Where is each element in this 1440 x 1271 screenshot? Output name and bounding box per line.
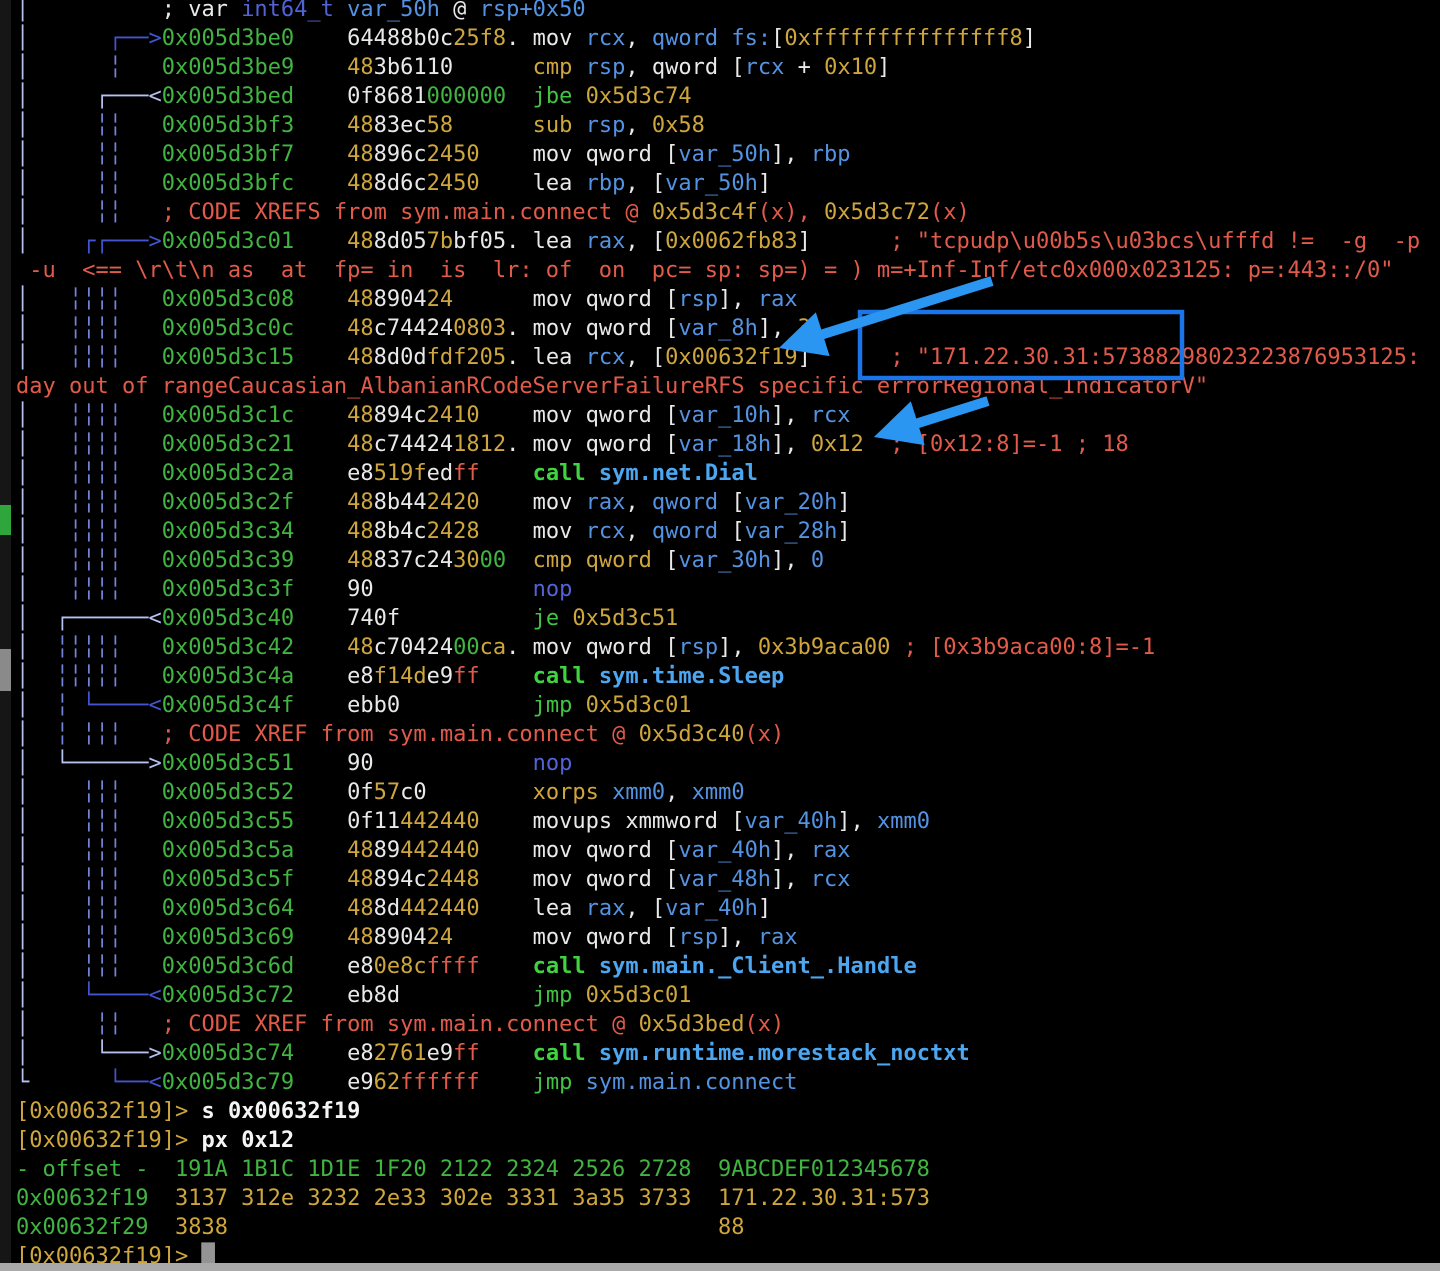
disasm-line-0x005d3c01: │ ┌┌───>0x005d3c01 488d057bbf05. lea rax… <box>16 227 1420 256</box>
disasm-line-0x005d3bfc: │ ╎╎ 0x005d3bfc 488d6c2450 lea rbp, [var… <box>16 169 1420 198</box>
disasm-line-0x005d3c34: │ ╎╎╎╎ 0x005d3c34 488b4c2428 mov rcx, qw… <box>16 517 1420 546</box>
disasm-line-0x005d3c39: │ ╎╎╎╎ 0x005d3c39 48837c243000 cmp qword… <box>16 546 1420 575</box>
console-command-line: [0x00632f19]> px 0x12 <box>16 1126 1420 1155</box>
disasm-line-0x005d3c1c: │ ╎╎╎╎ 0x005d3c1c 48894c2410 mov qword [… <box>16 401 1420 430</box>
disasm-line-0x005d3be9: │ ╎ 0x005d3be9 483b6110 cmp rsp, qword [… <box>16 53 1420 82</box>
string-comment-wrap-line: -u <== \r\t\n as at fp= in is lr: of on … <box>16 256 1420 285</box>
disasm-line-0x005d3c51: │ └──────>0x005d3c51 90 nop <box>16 749 1420 778</box>
xref-comment-line: │ ╎ ╎╎╎ ; CODE XREF from sym.main.connec… <box>16 720 1420 749</box>
string-comment-wrap-line: day out of rangeCaucasian_AlbanianRCodeS… <box>16 372 1420 401</box>
disasm-line-0x005d3c2a: │ ╎╎╎╎ 0x005d3c2a e8519fedff call sym.ne… <box>16 459 1420 488</box>
disasm-line-0x005d3c69: │ ╎╎╎ 0x005d3c69 48890424 mov qword [rsp… <box>16 923 1420 952</box>
disasm-line-0x005d3c55: │ ╎╎╎ 0x005d3c55 0f11442440 movups xmmwo… <box>16 807 1420 836</box>
window-edge-strip <box>0 0 11 1271</box>
terminal-window: │ ; var int64_t var_50h @ rsp+0x50│ ┌──>… <box>0 0 1440 1271</box>
disasm-line-0x005d3c72: │ └────<0x005d3c72 eb8d jmp 0x5d3c01 <box>16 981 1420 1010</box>
disasm-line-0x005d3c4f: │ ╎ └────<0x005d3c4f ebb0 jmp 0x5d3c01 <box>16 691 1420 720</box>
disasm-line-0x005d3c64: │ ╎╎╎ 0x005d3c64 488d442440 lea rax, [va… <box>16 894 1420 923</box>
disasm-line-0x005d3c15: │ ╎╎╎╎ 0x005d3c15 488d0dfdf205. lea rcx,… <box>16 343 1420 372</box>
window-bottom-edge <box>0 1263 1440 1271</box>
disassembly-output: │ ; var int64_t var_50h @ rsp+0x50│ ┌──>… <box>16 0 1420 1271</box>
disasm-line-0x005d3c3f: │ ╎╎╎╎ 0x005d3c3f 90 nop <box>16 575 1420 604</box>
disasm-line-0x005d3bf3: │ ╎╎ 0x005d3bf3 4883ec58 sub rsp, 0x58 <box>16 111 1420 140</box>
disasm-line-0x005d3c6d: │ ╎╎╎ 0x005d3c6d e80e8cffff call sym.mai… <box>16 952 1420 981</box>
disasm-line-0x005d3c2f: │ ╎╎╎╎ 0x005d3c2f 488b442420 mov rax, qw… <box>16 488 1420 517</box>
var-declaration-line: │ ; var int64_t var_50h @ rsp+0x50 <box>16 0 1420 24</box>
disasm-line-0x005d3c79: └ └──<0x005d3c79 e962ffffff jmp sym.main… <box>16 1068 1420 1097</box>
disasm-line-0x005d3c21: │ ╎╎╎╎ 0x005d3c21 48c744241812. mov qwor… <box>16 430 1420 459</box>
disasm-line-0x005d3c5a: │ ╎╎╎ 0x005d3c5a 4889442440 mov qword [v… <box>16 836 1420 865</box>
disasm-line-0x005d3c0c: │ ╎╎╎╎ 0x005d3c0c 48c744240803. mov qwor… <box>16 314 1420 343</box>
edge-strip-gray-segment <box>0 649 11 691</box>
hexdump-row: 0x00632f19 3137 312e 3232 2e33 302e 3331… <box>16 1184 1420 1213</box>
disasm-line-0x005d3c42: │ ╎╎╎╎╎ 0x005d3c42 48c7042400ca. mov qwo… <box>16 633 1420 662</box>
disasm-line-0x005d3c74: │ └───>0x005d3c74 e82761e9ff call sym.ru… <box>16 1039 1420 1068</box>
disasm-line-0x005d3c4a: │ ╎╎╎╎╎ 0x005d3c4a e8f14de9ff call sym.t… <box>16 662 1420 691</box>
disasm-line-0x005d3c52: │ ╎╎╎ 0x005d3c52 0f57c0 xorps xmm0, xmm0 <box>16 778 1420 807</box>
edge-strip-green-segment <box>0 505 11 535</box>
hexdump-row: 0x00632f29 3838 88 <box>16 1213 1420 1242</box>
disasm-line-0x005d3c40: │ ┌──────<0x005d3c40 740f je 0x5d3c51 <box>16 604 1420 633</box>
hexdump-header-line: - offset - 191A 1B1C 1D1E 1F20 2122 2324… <box>16 1155 1420 1184</box>
disasm-line-0x005d3bed: │ ┌───<0x005d3bed 0f8681000000 jbe 0x5d3… <box>16 82 1420 111</box>
disasm-line-0x005d3be0: │ ┌──>0x005d3be0 64488b0c25f8. mov rcx, … <box>16 24 1420 53</box>
xref-comment-line: │ ╎╎ ; CODE XREFS from sym.main.connect … <box>16 198 1420 227</box>
disasm-line-0x005d3bf7: │ ╎╎ 0x005d3bf7 48896c2450 mov qword [va… <box>16 140 1420 169</box>
disasm-line-0x005d3c08: │ ╎╎╎╎ 0x005d3c08 48890424 mov qword [rs… <box>16 285 1420 314</box>
disasm-line-0x005d3c5f: │ ╎╎╎ 0x005d3c5f 48894c2448 mov qword [v… <box>16 865 1420 894</box>
console-command-line: [0x00632f19]> s 0x00632f19 <box>16 1097 1420 1126</box>
xref-comment-line: │ ╎╎ ; CODE XREF from sym.main.connect @… <box>16 1010 1420 1039</box>
